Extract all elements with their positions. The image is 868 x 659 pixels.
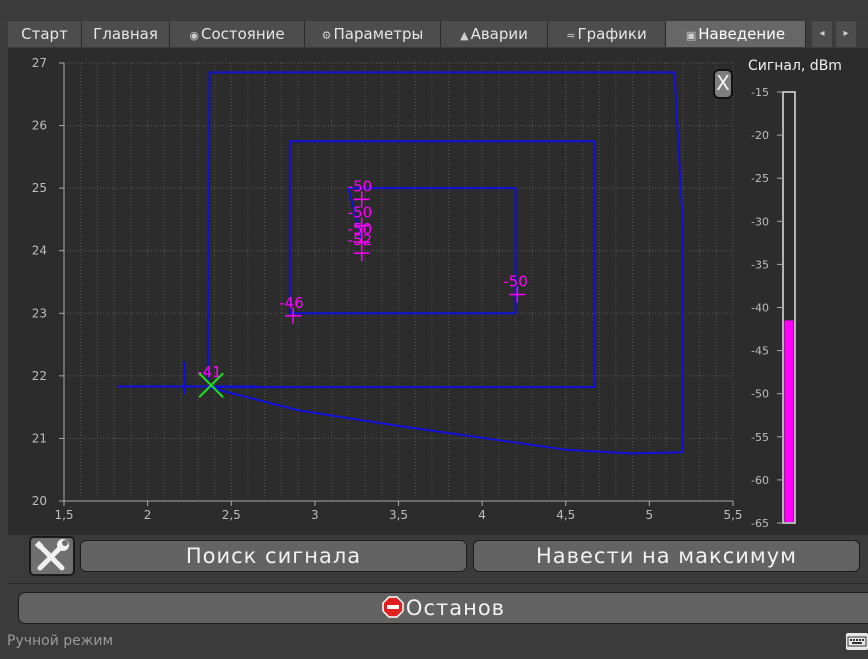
x-tick-label: 3,5: [389, 508, 408, 522]
search-signal-button[interactable]: Поиск сигнала: [80, 540, 467, 572]
y-tick-label: 27: [32, 56, 47, 70]
x-tick-label: 5: [646, 508, 654, 522]
x-tick-label: 2: [144, 508, 152, 522]
point-to-max-button[interactable]: Навести на максимум: [473, 540, 860, 572]
stop-sign-icon: [382, 596, 404, 618]
signal-tick-label: -55: [751, 431, 769, 444]
x-tick-label: 3: [311, 508, 319, 522]
signal-tick-label: -60: [751, 474, 769, 487]
x-tick-label: 1,5: [54, 508, 73, 522]
x-tick-label: 2,5: [222, 508, 241, 522]
chart-axes: 1,5 2 2,5 3 3,5 4 4,5 5 5,5 20 21 22 23 24 25 26 27: [32, 56, 743, 522]
signal-tick-label: -35: [751, 258, 769, 271]
close-button[interactable]: X: [713, 69, 733, 99]
measurement-label: -52: [348, 231, 373, 249]
signal-bar-fill: [784, 320, 794, 522]
tools-icon: [34, 539, 69, 571]
y-tick-label: 24: [32, 244, 47, 258]
y-tick-label: 25: [32, 181, 47, 195]
measurement-marks: -50-50-50-52-46-50-41: [197, 177, 528, 398]
signal-tick-label: -15: [751, 86, 769, 99]
keyboard-icon[interactable]: [846, 633, 868, 650]
signal-scale: -15 -20 -25 -30 -35 -40 -45 -50 -55 -60 -65: [751, 86, 796, 530]
x-tick-label: 4: [478, 508, 486, 522]
chart-grid: [63, 62, 734, 502]
x-tick-label: 5,5: [723, 508, 742, 522]
signal-scale-title: Сигнал, dBm: [748, 58, 842, 74]
scan-track: [117, 71, 684, 455]
measurement-label: -50: [348, 177, 373, 195]
divider: [8, 583, 868, 584]
scan-path: [206, 71, 684, 455]
signal-tick-label: -45: [751, 345, 769, 358]
y-tick-label: 26: [32, 119, 47, 133]
signal-tick-label: -40: [751, 302, 769, 315]
signal-tick-label: -20: [751, 129, 769, 142]
measurement-label: -50: [503, 273, 528, 291]
stop-button[interactable]: Останов: [18, 592, 868, 624]
y-tick-label: 23: [32, 306, 47, 320]
status-text: Ручной режим: [7, 633, 114, 649]
tools-button[interactable]: [29, 536, 75, 576]
signal-tick-label: -30: [751, 215, 769, 228]
x-tick-label: 4,5: [556, 508, 575, 522]
measurement-label: -46: [279, 294, 304, 312]
y-tick-label: 22: [32, 369, 47, 383]
signal-tick-label: -25: [751, 172, 769, 185]
signal-tick-label: -65: [751, 517, 769, 530]
y-tick-label: 20: [32, 494, 47, 508]
signal-tick-label: -50: [751, 388, 769, 401]
y-tick-label: 21: [32, 431, 47, 445]
